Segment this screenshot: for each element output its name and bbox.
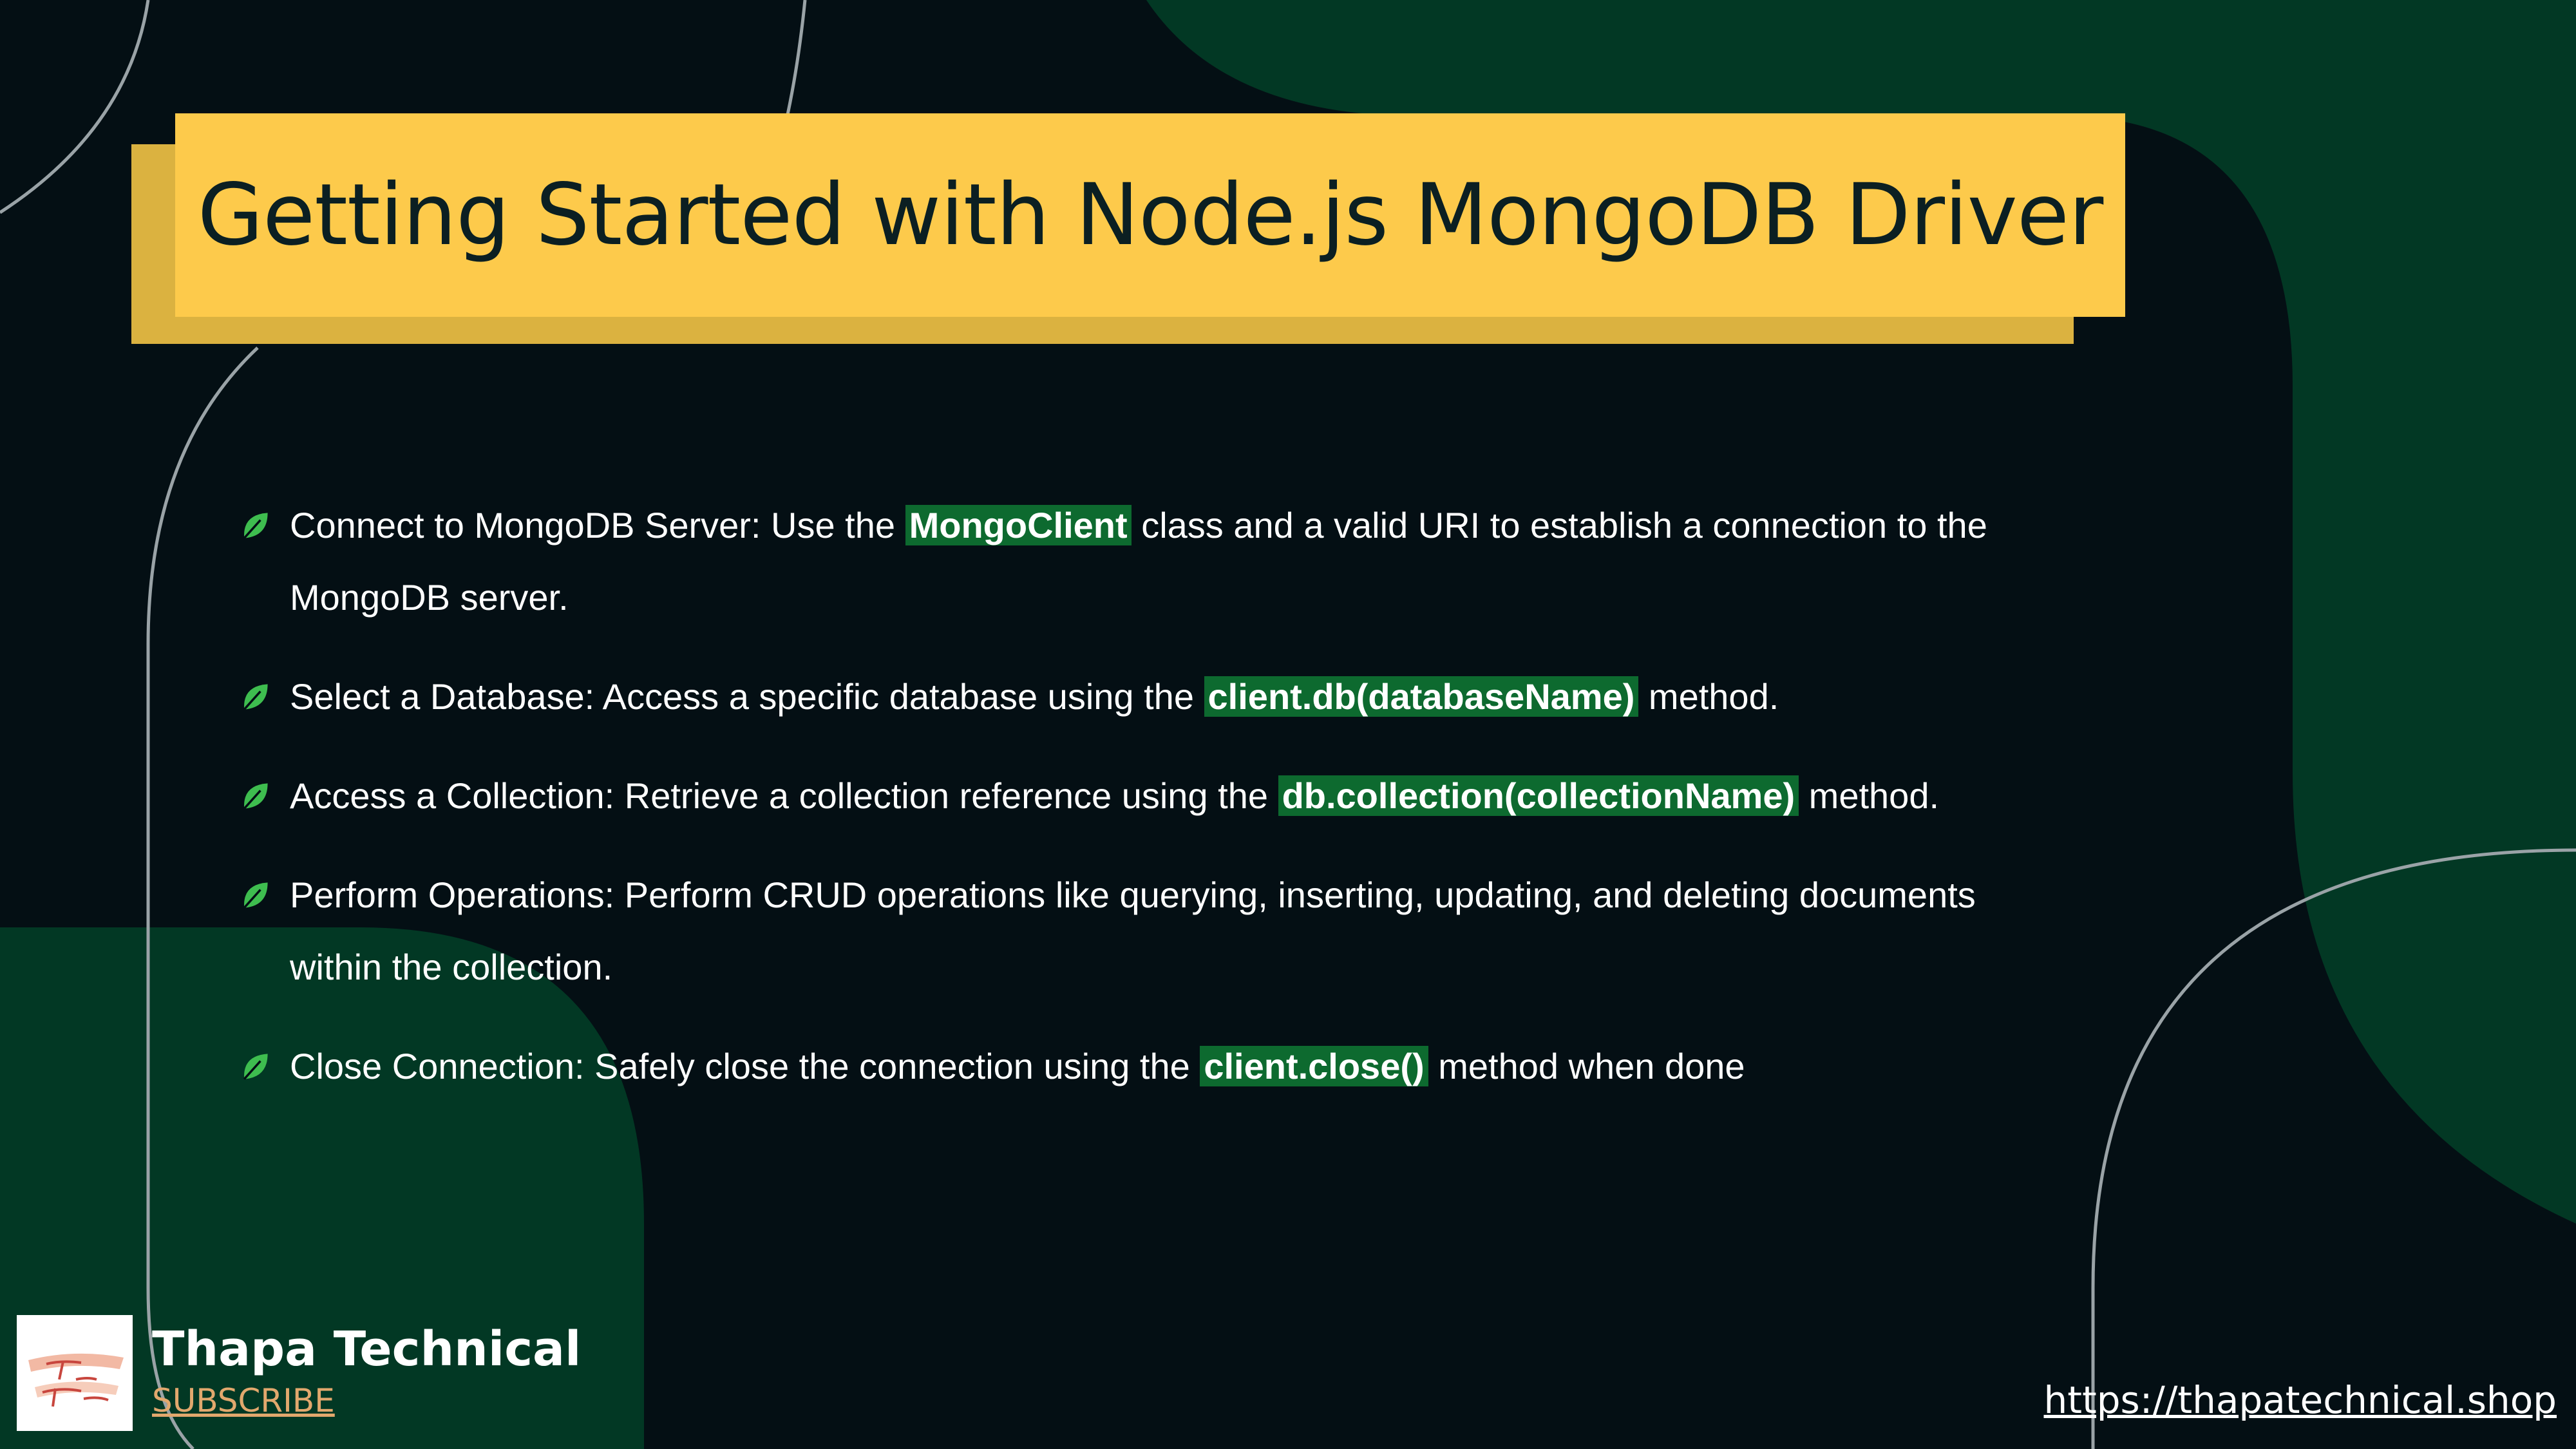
thapa-technical-logo (17, 1315, 133, 1431)
bullet-text: method. (1638, 676, 1779, 717)
code-highlight: client.db(databaseName) (1204, 676, 1639, 717)
brand-name: Thapa Technical (152, 1321, 582, 1377)
brand-block: Thapa Technical SUBSCRIBE (17, 1315, 581, 1431)
bullet-list: Connect to MongoDB Server: Use the Mongo… (237, 489, 2040, 1130)
bullet-text: Access a Collection: Retrieve a collecti… (290, 775, 1278, 816)
leaf-icon (243, 684, 268, 710)
code-highlight: client.close() (1200, 1046, 1428, 1086)
bullet-text: Select a Database: Access a specific dat… (290, 676, 1204, 717)
leaf-icon (243, 513, 268, 539)
bullet-item: Perform Operations: Perform CRUD operati… (237, 859, 2040, 1003)
bullet-item: Select a Database: Access a specific dat… (237, 661, 2040, 733)
leaf-icon (243, 882, 268, 909)
slide-title: Getting Started with Node.js MongoDB Dri… (197, 166, 2104, 265)
website-link[interactable]: https://thapatechnical.shop (2043, 1378, 2557, 1422)
outline-arc-top-left (0, 0, 150, 214)
channel-logo[interactable] (17, 1315, 133, 1431)
bullet-text: method. (1799, 775, 1940, 816)
slide: Getting Started with Node.js MongoDB Dri… (0, 0, 2576, 1449)
bullet-text: Close Connection: Safely close the conne… (290, 1046, 1200, 1086)
brand-text: Thapa Technical SUBSCRIBE (152, 1320, 581, 1423)
subscribe-link[interactable]: SUBSCRIBE (152, 1378, 581, 1423)
bullet-text: Connect to MongoDB Server: Use the (290, 505, 905, 545)
bullet-item: Access a Collection: Retrieve a collecti… (237, 760, 2040, 832)
code-highlight: MongoClient (905, 505, 1132, 545)
bullet-text: method when done (1428, 1046, 1745, 1086)
bullet-item: Connect to MongoDB Server: Use the Mongo… (237, 489, 2040, 634)
code-highlight: db.collection(collectionName) (1278, 775, 1799, 816)
bullet-item: Close Connection: Safely close the conne… (237, 1030, 2040, 1103)
leaf-icon (243, 783, 268, 810)
leaf-icon (243, 1054, 268, 1080)
bullet-text: Perform Operations: Perform CRUD operati… (290, 875, 1976, 987)
title-banner: Getting Started with Node.js MongoDB Dri… (175, 113, 2125, 317)
